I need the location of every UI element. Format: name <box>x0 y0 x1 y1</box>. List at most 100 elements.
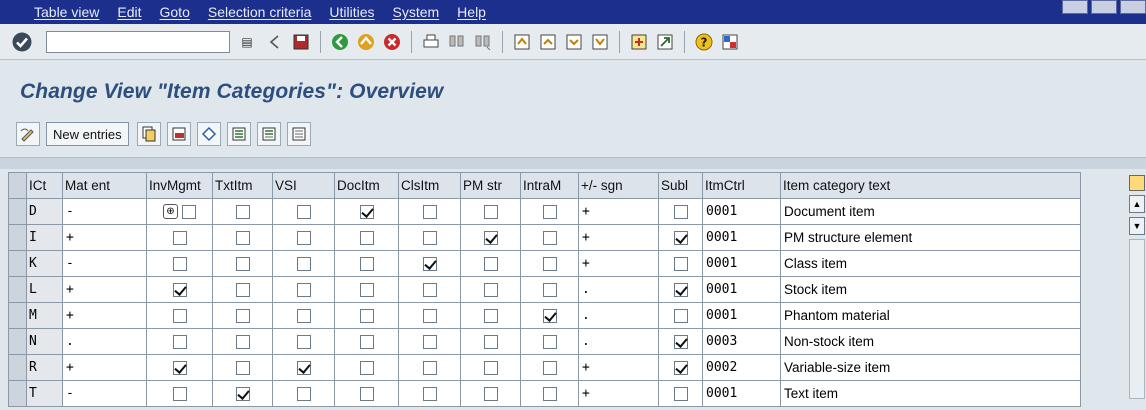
subl-checkbox[interactable] <box>673 361 688 376</box>
previous-page-icon[interactable] <box>537 31 559 53</box>
txtitm-checkbox[interactable] <box>235 309 250 324</box>
table-settings-icon[interactable] <box>1129 175 1145 191</box>
mat-ent-cell[interactable]: - <box>62 250 147 277</box>
itmctrl-cell[interactable]: 0001 <box>702 302 781 329</box>
column-header-mat-ent[interactable]: Mat ent <box>62 172 147 199</box>
docitm-checkbox[interactable] <box>359 231 374 246</box>
select-block-icon[interactable] <box>256 122 281 146</box>
column-header-intram[interactable]: IntraM <box>520 172 579 199</box>
sign-cell[interactable]: + <box>578 198 659 225</box>
row-selector[interactable] <box>8 328 27 355</box>
pmstr-checkbox[interactable] <box>483 283 498 298</box>
item-category-text-cell[interactable]: Phantom material <box>780 302 1081 329</box>
invmgmt-checkbox[interactable] <box>172 231 187 246</box>
invmgmt-checkbox[interactable] <box>172 335 187 350</box>
vsi-checkbox[interactable] <box>296 257 311 272</box>
save-icon[interactable] <box>290 31 312 53</box>
column-header-ict[interactable]: ICt <box>26 172 63 199</box>
row-selector[interactable] <box>8 250 27 277</box>
scroll-down-icon[interactable]: ▼ <box>1129 217 1145 235</box>
menu-item-system[interactable]: System <box>392 4 439 20</box>
select-all-icon[interactable] <box>226 122 251 146</box>
deselect-all-icon[interactable] <box>286 122 311 146</box>
clsitm-checkbox[interactable] <box>422 309 437 324</box>
pmstr-checkbox[interactable] <box>483 361 498 376</box>
help-icon[interactable]: ? <box>693 31 715 53</box>
first-page-icon[interactable] <box>511 31 533 53</box>
invmgmt-checkbox[interactable] <box>172 257 187 272</box>
back-icon[interactable] <box>329 31 351 53</box>
cancel-icon[interactable] <box>381 31 403 53</box>
docitm-checkbox[interactable] <box>359 335 374 350</box>
sign-cell[interactable]: + <box>578 224 659 251</box>
column-header-txtitm[interactable]: TxtItm <box>212 172 273 199</box>
menu-item-edit[interactable]: Edit <box>117 4 141 20</box>
clsitm-checkbox[interactable] <box>422 283 437 298</box>
mat-ent-cell[interactable]: + <box>62 224 147 251</box>
create-session-icon[interactable] <box>628 31 650 53</box>
invmgmt-checkbox[interactable] <box>172 283 187 298</box>
itmctrl-cell[interactable]: 0001 <box>702 276 781 303</box>
clsitm-checkbox[interactable] <box>422 361 437 376</box>
find-icon[interactable] <box>446 31 468 53</box>
vertical-scrollbar[interactable] <box>1129 239 1145 399</box>
pmstr-checkbox[interactable] <box>483 205 498 220</box>
itmctrl-cell[interactable]: 0001 <box>702 198 781 225</box>
subl-checkbox[interactable] <box>673 205 688 220</box>
intram-checkbox[interactable] <box>542 257 557 272</box>
row-selector[interactable] <box>8 276 27 303</box>
sign-cell[interactable]: + <box>578 354 659 381</box>
column-header-itmctrl[interactable]: ItmCtrl <box>702 172 781 199</box>
column-header-item-category-text[interactable]: Item category text <box>780 172 1081 199</box>
txtitm-checkbox[interactable] <box>235 387 250 402</box>
docitm-checkbox[interactable] <box>359 361 374 376</box>
row-selector[interactable] <box>8 354 27 381</box>
row-selector[interactable] <box>8 198 27 225</box>
column-header-clsitm[interactable]: ClsItm <box>398 172 461 199</box>
copy-as-icon[interactable] <box>136 122 161 146</box>
row-selector[interactable] <box>8 380 27 407</box>
itmctrl-cell[interactable]: 0001 <box>702 250 781 277</box>
shortcut-icon[interactable] <box>654 31 676 53</box>
intram-checkbox[interactable] <box>542 283 557 298</box>
subl-checkbox[interactable] <box>673 231 688 246</box>
intram-checkbox[interactable] <box>542 309 557 324</box>
itmctrl-cell[interactable]: 0001 <box>702 224 781 251</box>
txtitm-checkbox[interactable] <box>235 257 250 272</box>
item-category-text-cell[interactable]: Variable-size item <box>780 354 1081 381</box>
itmctrl-cell[interactable]: 0002 <box>702 354 781 381</box>
vsi-checkbox[interactable] <box>296 283 311 298</box>
itmctrl-cell[interactable]: 0001 <box>702 380 781 407</box>
subl-checkbox[interactable] <box>673 335 688 350</box>
clsitm-checkbox[interactable] <box>422 257 437 272</box>
item-category-text-cell[interactable]: Document item <box>780 198 1081 225</box>
mat-ent-cell[interactable]: + <box>62 354 147 381</box>
menu-item-utilities[interactable]: Utilities <box>329 4 374 20</box>
exit-icon[interactable] <box>355 31 377 53</box>
sign-cell[interactable]: . <box>578 302 659 329</box>
f4-help-icon[interactable]: ⊕ <box>163 204 178 220</box>
subl-checkbox[interactable] <box>673 309 688 324</box>
invmgmt-checkbox[interactable] <box>172 361 187 376</box>
itmctrl-cell[interactable]: 0003 <box>702 328 781 355</box>
maximize-icon[interactable] <box>1091 0 1117 14</box>
clsitm-checkbox[interactable] <box>422 231 437 246</box>
delete-icon[interactable] <box>166 122 191 146</box>
item-category-text-cell[interactable]: Text item <box>780 380 1081 407</box>
column-header-pm-str[interactable]: PM str <box>460 172 521 199</box>
find-next-icon[interactable] <box>472 31 494 53</box>
command-field[interactable] <box>46 30 230 53</box>
txtitm-checkbox[interactable] <box>235 335 250 350</box>
close-icon[interactable] <box>1120 0 1146 14</box>
txtitm-checkbox[interactable] <box>235 231 250 246</box>
intram-checkbox[interactable] <box>542 231 557 246</box>
column-header-invmgmt[interactable]: InvMgmt <box>146 172 213 199</box>
mat-ent-cell[interactable]: - <box>62 198 147 225</box>
subl-checkbox[interactable] <box>673 257 688 272</box>
column-header-vsi[interactable]: VSI <box>272 172 335 199</box>
display-change-icon[interactable] <box>16 122 40 146</box>
txtitm-checkbox[interactable] <box>235 205 250 220</box>
clsitm-checkbox[interactable] <box>422 205 437 220</box>
mat-ent-cell[interactable]: . <box>62 328 147 355</box>
row-selector[interactable] <box>8 302 27 329</box>
